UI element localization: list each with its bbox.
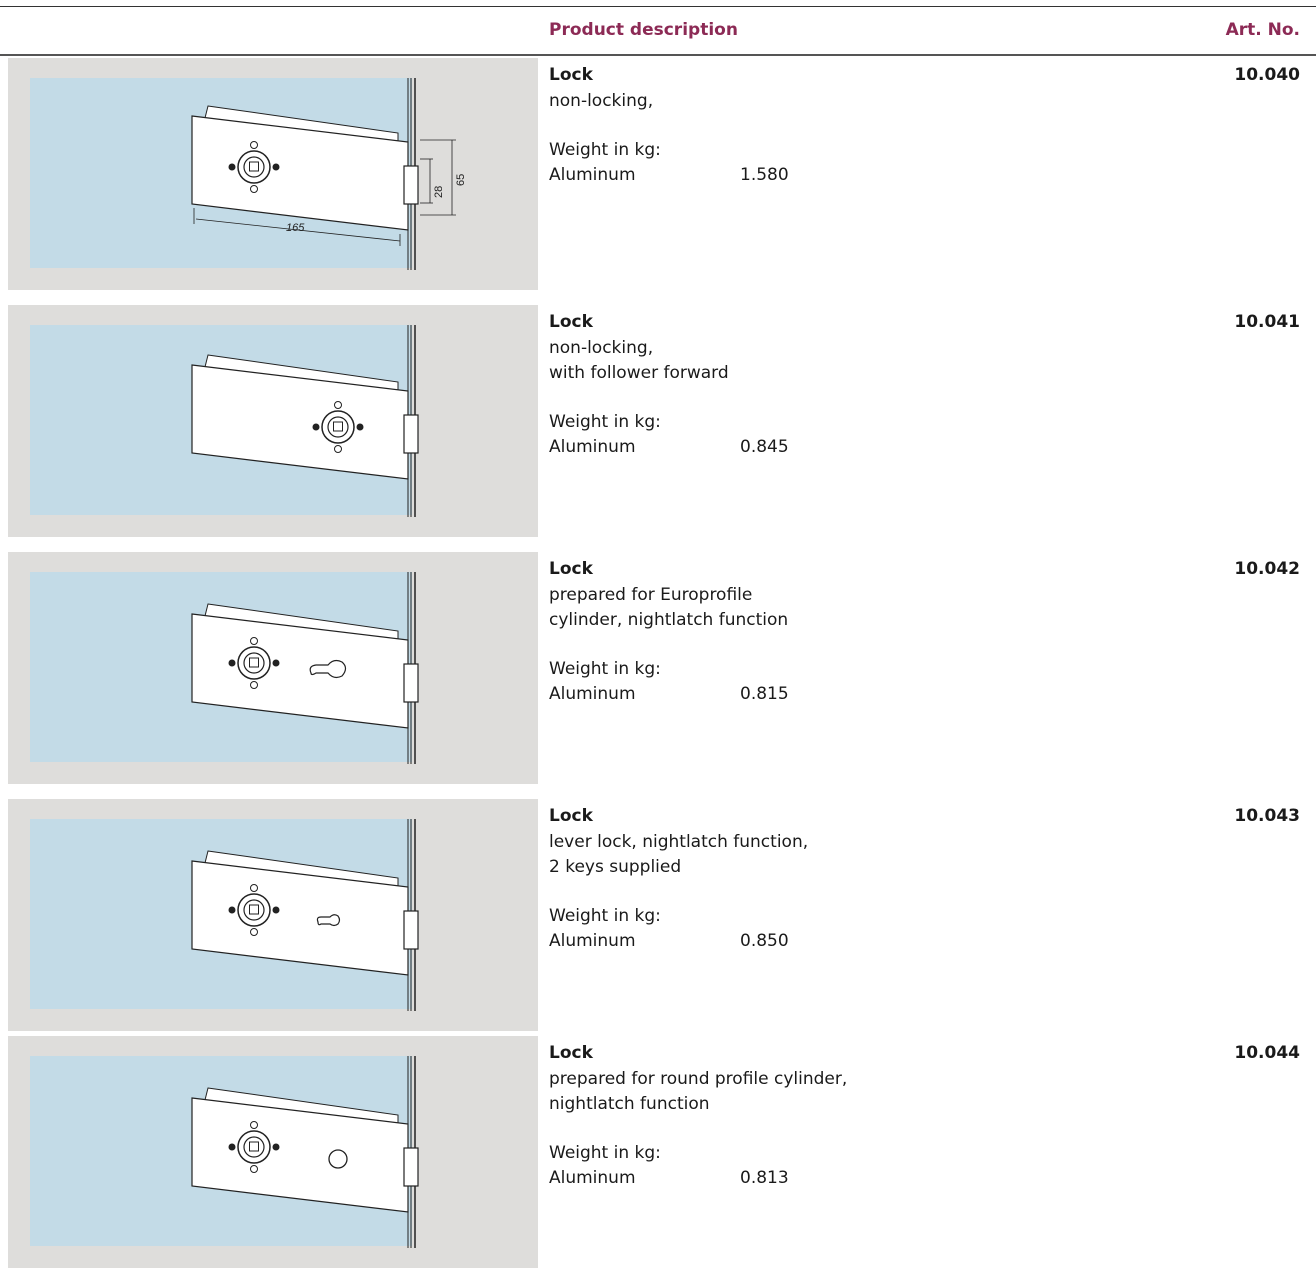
weight-value: 0.815 (740, 684, 789, 704)
art-no: 10.044 (1234, 1043, 1300, 1063)
product-name: Lock (549, 312, 593, 332)
product-name: Lock (549, 1043, 593, 1063)
product-image (8, 305, 538, 537)
product-description: prepared for round profile cylinder, nig… (549, 1069, 848, 1114)
product-description: non-locking, with follower forward (549, 338, 729, 383)
material: Aluminum (549, 1168, 636, 1188)
product-name: Lock (549, 559, 593, 579)
product-row: Lock non-locking, with follower forward … (0, 305, 1316, 537)
product-row: Lock lever lock, nightlatch function, 2 … (0, 799, 1316, 1031)
product-name: Lock (549, 65, 593, 85)
weight-label: Weight in kg: (549, 412, 661, 432)
product-image (8, 552, 538, 784)
product-image (8, 1036, 538, 1268)
product-row: Lock prepared for round profile cylinder… (0, 1036, 1316, 1268)
material: Aluminum (549, 437, 636, 457)
product-row: 165 28 65 Lock non-locking, Weight in kg… (0, 58, 1316, 290)
art-no: 10.040 (1234, 65, 1300, 85)
weight-value: 0.850 (740, 931, 789, 951)
material: Aluminum (549, 684, 636, 704)
product-description: lever lock, nightlatch function, 2 keys … (549, 832, 809, 877)
art-no: 10.042 (1234, 559, 1300, 579)
material: Aluminum (549, 931, 636, 951)
material: Aluminum (549, 165, 636, 185)
weight-label: Weight in kg: (549, 906, 661, 926)
table-header: Product description Art. No. (0, 7, 1316, 55)
column-header-art-no: Art. No. (1225, 20, 1300, 40)
weight-value: 0.845 (740, 437, 789, 457)
art-no: 10.043 (1234, 806, 1300, 826)
header-rule (0, 54, 1316, 56)
dimension-strike: 28 (433, 186, 445, 198)
weight-label: Weight in kg: (549, 1143, 661, 1163)
weight-label: Weight in kg: (549, 659, 661, 679)
product-image (8, 799, 538, 1031)
weight-value: 1.580 (740, 165, 789, 185)
column-header-description: Product description (549, 20, 738, 40)
dimension-height: 65 (455, 174, 467, 186)
art-no: 10.041 (1234, 312, 1300, 332)
product-description: prepared for Europrofile cylinder, night… (549, 585, 789, 630)
dimension-width: 165 (286, 222, 305, 234)
product-row: Lock prepared for Europrofile cylinder, … (0, 552, 1316, 784)
product-description: non-locking, (549, 91, 654, 111)
weight-label: Weight in kg: (549, 140, 661, 160)
weight-value: 0.813 (740, 1168, 789, 1188)
product-name: Lock (549, 806, 593, 826)
product-image: 165 28 65 (8, 58, 538, 290)
